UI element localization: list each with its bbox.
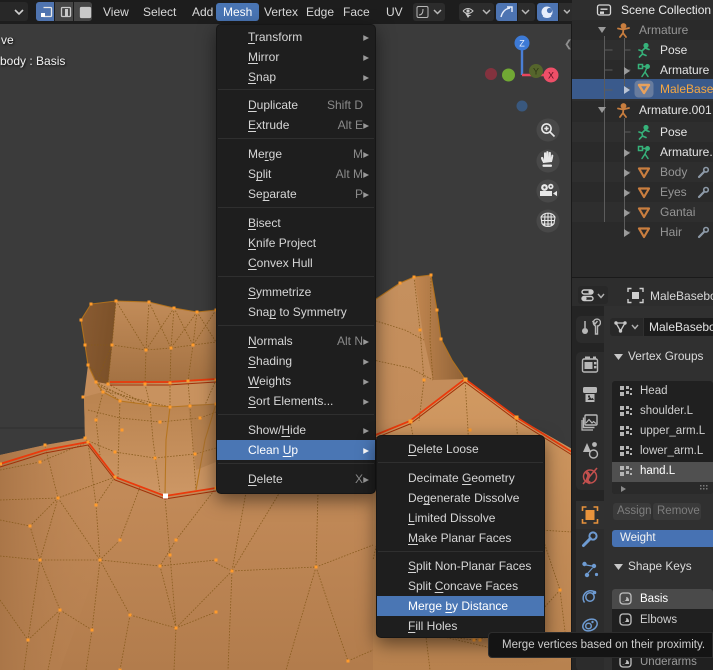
svg-text:Z: Z xyxy=(519,39,525,49)
svg-text:X: X xyxy=(548,71,554,81)
svg-text:Y: Y xyxy=(533,67,539,77)
